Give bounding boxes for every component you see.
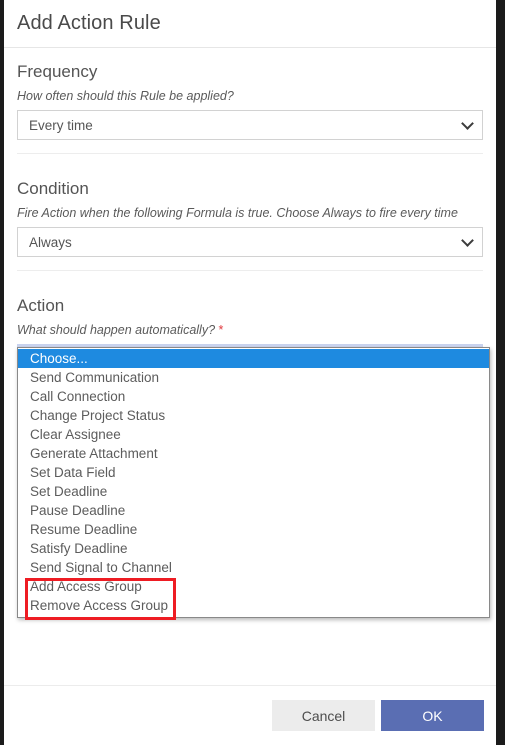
action-option[interactable]: Change Project Status [18,406,489,425]
action-option[interactable]: Resume Deadline [18,520,489,539]
hint-condition: Fire Action when the following Formula i… [17,206,458,220]
ok-button[interactable]: OK [381,700,484,731]
action-option[interactable]: Set Deadline [18,482,489,501]
action-option[interactable]: Satisfy Deadline [18,539,489,558]
action-option[interactable]: Remove Access Group [18,596,489,615]
condition-select-value: Always [29,234,72,250]
dialog-footer: Cancel OK [4,685,496,745]
page-title: Add Action Rule [17,12,161,34]
chevron-down-icon [461,234,474,247]
action-option[interactable]: Set Data Field [18,463,489,482]
required-marker: * [218,323,224,337]
action-option[interactable]: Add Access Group [18,577,489,596]
section-condition: Condition Fire Action when the following… [17,153,483,257]
dialog-body: Frequency How often should this Rule be … [4,62,496,374]
action-option[interactable]: Call Connection [18,387,489,406]
section-title-frequency: Frequency [17,62,98,81]
screenshot-root: Add Action Rule Frequency How often shou… [0,0,505,745]
action-option[interactable]: Send Signal to Channel [18,558,489,577]
add-action-rule-dialog: Add Action Rule Frequency How often shou… [4,0,496,745]
cancel-button[interactable]: Cancel [272,700,375,731]
action-option[interactable]: Pause Deadline [18,501,489,520]
action-option[interactable]: Clear Assignee [18,425,489,444]
chevron-down-icon [461,117,474,130]
page-gutter-right [496,0,505,745]
action-option[interactable]: Choose... [18,349,489,368]
section-title-action: Action [17,296,65,315]
hint-action: What should happen automatically? * [17,323,483,337]
section-frequency: Frequency How often should this Rule be … [17,62,483,140]
action-option[interactable]: Send Communication [18,368,489,387]
frequency-select-value: Every time [29,117,93,133]
hint-action-text: What should happen automatically? [17,323,216,337]
action-select-options-list[interactable]: Choose... Send Communication Call Connecti… [17,347,490,618]
hint-frequency: How often should this Rule be applied? [17,89,234,103]
frequency-select[interactable]: Every time [17,110,483,140]
section-title-condition: Condition [17,179,89,198]
dialog-header: Add Action Rule [4,0,496,48]
condition-select[interactable]: Always [17,227,483,257]
action-option[interactable]: Generate Attachment [18,444,489,463]
